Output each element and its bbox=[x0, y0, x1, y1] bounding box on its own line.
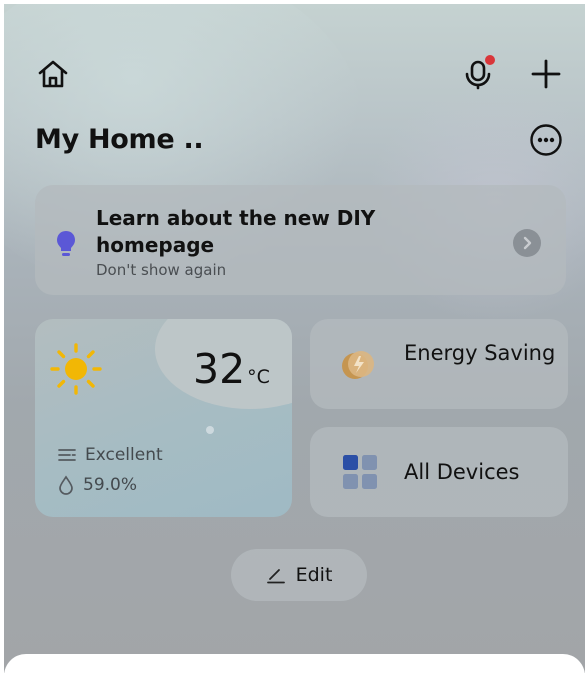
temperature-value: 32 °C bbox=[193, 345, 270, 393]
humidity-value: 59.0% bbox=[83, 475, 138, 495]
notification-dot bbox=[485, 55, 495, 65]
energy-saving-label: Energy Saving bbox=[404, 341, 556, 365]
edit-label: Edit bbox=[295, 564, 333, 586]
air-quality-label: Excellent bbox=[85, 445, 163, 465]
microphone-icon[interactable] bbox=[458, 54, 498, 94]
more-icon[interactable] bbox=[528, 122, 564, 158]
water-drop-icon bbox=[59, 475, 73, 495]
weather-card[interactable]: 32 °C Excellent 59.0% bbox=[35, 319, 292, 517]
home-screen: My Home .. Learn about the new DIY homep… bbox=[4, 4, 585, 673]
page-title[interactable]: My Home .. bbox=[35, 124, 204, 155]
bottom-sheet[interactable] bbox=[4, 654, 585, 673]
energy-saving-card[interactable]: Energy Saving bbox=[310, 319, 568, 409]
weather-decoration-dot bbox=[206, 426, 214, 434]
air-quality-icon bbox=[58, 449, 76, 461]
notice-title: Learn about the new DIY homepage bbox=[96, 206, 376, 257]
all-devices-card[interactable]: All Devices bbox=[310, 427, 568, 517]
diy-homepage-notice[interactable]: Learn about the new DIY homepage Don't s… bbox=[35, 185, 566, 295]
lightbulb-icon bbox=[54, 229, 78, 259]
energy-icon bbox=[338, 345, 378, 385]
pencil-icon bbox=[266, 569, 285, 584]
sun-icon bbox=[48, 341, 104, 397]
chevron-right-icon[interactable] bbox=[513, 229, 541, 257]
edit-button[interactable]: Edit bbox=[231, 549, 367, 601]
add-icon[interactable] bbox=[526, 54, 566, 94]
air-quality: Excellent bbox=[57, 445, 163, 465]
all-devices-label: All Devices bbox=[404, 460, 520, 484]
home-icon[interactable] bbox=[35, 56, 71, 92]
dont-show-again-link[interactable]: Don't show again bbox=[96, 261, 226, 279]
humidity: 59.0% bbox=[57, 475, 137, 495]
grid-icon bbox=[342, 454, 378, 490]
temperature-unit: °C bbox=[247, 366, 270, 388]
